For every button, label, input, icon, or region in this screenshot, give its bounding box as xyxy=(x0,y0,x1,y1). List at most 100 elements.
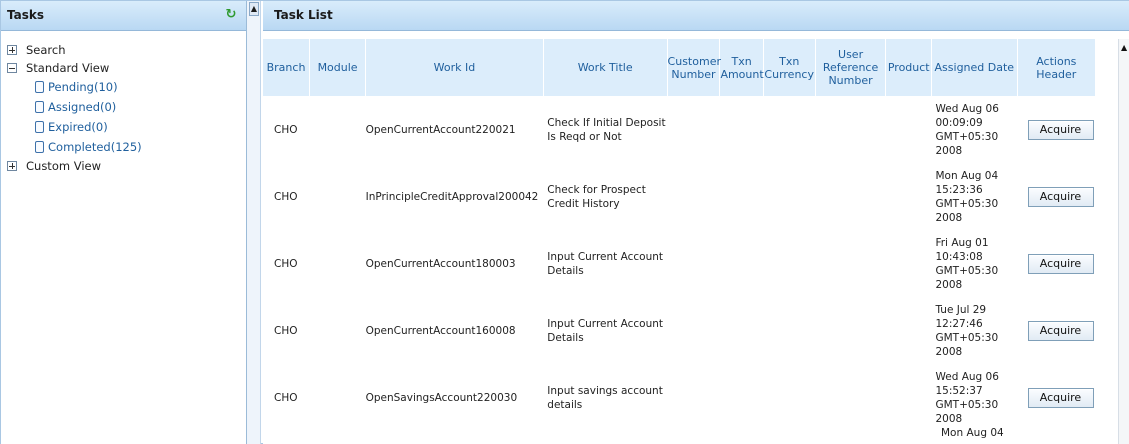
tree-item-completed[interactable]: Completed(125) xyxy=(1,137,246,157)
tree-item-label[interactable]: Pending(10) xyxy=(48,80,118,94)
tree-item-label[interactable]: Expired(0) xyxy=(48,120,108,134)
customer-number-cell xyxy=(667,163,720,230)
table-row[interactable]: CHO OpenCurrentAccount220021 Check If In… xyxy=(263,96,1096,163)
user-reference-cell xyxy=(815,163,886,230)
column-header-txn-currency[interactable]: Txn Currency xyxy=(763,39,816,96)
document-icon xyxy=(35,121,44,133)
partial-next-row-date: Mon Aug 04 xyxy=(941,427,1004,439)
assigned-date-cell: Fri Aug 01 10:43:08 GMT+05:30 2008 xyxy=(935,236,999,291)
acquire-button[interactable]: Acquire xyxy=(1027,186,1094,207)
acquire-button[interactable]: Acquire xyxy=(1027,119,1094,140)
customer-number-cell xyxy=(667,297,720,364)
branch-cell: CHO xyxy=(274,123,298,136)
txn-amount-cell xyxy=(720,364,763,431)
column-header-user-reference-number[interactable]: User Reference Number xyxy=(815,39,887,96)
column-header-branch[interactable]: Branch xyxy=(263,39,311,96)
table-header-row: Branch Module Work Id Work Title Custome… xyxy=(263,39,1097,96)
module-cell xyxy=(310,364,366,431)
txn-currency-cell xyxy=(763,364,815,431)
branch-cell: CHO xyxy=(274,391,298,404)
tree-item-label[interactable]: Assigned(0) xyxy=(48,100,116,114)
customer-number-cell xyxy=(667,96,720,163)
table-row[interactable]: CHO OpenCurrentAccount160008 Input Curre… xyxy=(263,297,1096,364)
work-id-cell: OpenSavingsAccount220030 xyxy=(365,391,518,404)
tasks-panel: Tasks ↻ Search Standard View Pending(10)… xyxy=(1,1,247,444)
column-header-txn-amount[interactable]: Txn Amount xyxy=(719,39,764,96)
tree-item-standard-view[interactable]: Standard View xyxy=(1,59,246,77)
txn-currency-cell xyxy=(763,230,815,297)
actions-cell: Acquire xyxy=(1017,163,1095,230)
assigned-date-cell: Wed Aug 06 00:09:09 GMT+05:30 2008 xyxy=(935,102,999,157)
module-cell xyxy=(310,297,366,364)
task-list-header: Task List xyxy=(263,1,1129,31)
column-header-work-id[interactable]: Work Id xyxy=(365,39,544,96)
branch-cell: CHO xyxy=(274,324,298,337)
txn-currency-cell xyxy=(763,96,815,163)
column-header-customer-number[interactable]: Customer Number xyxy=(667,39,721,96)
tasks-header: Tasks ↻ xyxy=(1,1,246,31)
user-reference-cell xyxy=(815,230,886,297)
txn-amount-cell xyxy=(720,96,763,163)
user-reference-cell xyxy=(815,364,886,431)
product-cell xyxy=(886,163,931,230)
tasks-title: Tasks xyxy=(7,8,45,22)
scroll-up-icon[interactable]: ▲ xyxy=(1121,43,1127,52)
customer-number-cell xyxy=(667,364,720,431)
module-cell xyxy=(310,163,366,230)
acquire-button[interactable]: Acquire xyxy=(1027,253,1094,274)
work-title-cell: Input Current Account Details xyxy=(547,317,663,344)
column-header-assigned-date[interactable]: Assigned Date xyxy=(931,39,1018,96)
task-list-panel: Task List Branch Module Work Id Work Tit… xyxy=(263,1,1129,444)
module-cell xyxy=(310,230,366,297)
actions-cell: Acquire xyxy=(1017,364,1095,431)
task-list-title: Task List xyxy=(274,8,333,22)
actions-cell: Acquire xyxy=(1017,230,1095,297)
column-header-work-title[interactable]: Work Title xyxy=(543,39,668,96)
txn-amount-cell xyxy=(720,163,763,230)
work-title-cell: Input Current Account Details xyxy=(547,250,663,277)
collapse-icon[interactable] xyxy=(7,63,17,73)
refresh-icon[interactable]: ↻ xyxy=(223,7,239,23)
assigned-date-cell: Tue Jul 29 12:27:46 GMT+05:30 2008 xyxy=(935,303,999,358)
table-row[interactable]: CHO OpenSavingsAccount220030 Input savin… xyxy=(263,364,1096,431)
task-table-container: Branch Module Work Id Work Title Custome… xyxy=(263,39,1118,444)
panel-splitter[interactable]: ▲ xyxy=(247,1,261,444)
txn-amount-cell xyxy=(720,297,763,364)
tree-item-assigned[interactable]: Assigned(0) xyxy=(1,97,246,117)
work-title-cell: Check for Prospect Credit History xyxy=(547,183,646,210)
tree-item-expired[interactable]: Expired(0) xyxy=(1,117,246,137)
product-cell xyxy=(886,297,931,364)
column-header-product[interactable]: Product xyxy=(885,39,932,96)
branch-cell: CHO xyxy=(274,257,298,270)
txn-amount-cell xyxy=(720,230,763,297)
tree-item-label[interactable]: Search xyxy=(26,43,66,57)
task-table: Branch Module Work Id Work Title Custome… xyxy=(263,39,1097,431)
tree-item-label[interactable]: Custom View xyxy=(26,159,101,173)
table-row[interactable]: CHO InPrincipleCreditApproval200042 Chec… xyxy=(263,163,1096,230)
tree-item-search[interactable]: Search xyxy=(1,41,246,59)
expand-icon[interactable] xyxy=(7,45,17,55)
branch-cell: CHO xyxy=(274,190,298,203)
module-cell xyxy=(310,96,366,163)
table-row[interactable]: CHO OpenCurrentAccount180003 Input Curre… xyxy=(263,230,1096,297)
scroll-up-icon[interactable]: ▲ xyxy=(249,2,259,16)
product-cell xyxy=(886,230,931,297)
work-id-cell: InPrincipleCreditApproval200042 xyxy=(365,190,539,203)
work-id-cell: OpenCurrentAccount220021 xyxy=(365,123,516,136)
tree-item-label[interactable]: Standard View xyxy=(26,61,109,75)
column-header-module[interactable]: Module xyxy=(309,39,367,96)
tree-item-pending[interactable]: Pending(10) xyxy=(1,77,246,97)
work-title-cell: Input savings account details xyxy=(547,384,663,411)
work-id-cell: OpenCurrentAccount160008 xyxy=(365,324,516,337)
assigned-date-cell: Mon Aug 04 15:23:36 GMT+05:30 2008 xyxy=(935,169,999,224)
document-icon xyxy=(35,81,44,93)
task-list-scrollbar[interactable]: ▲ xyxy=(1118,39,1129,444)
acquire-button[interactable]: Acquire xyxy=(1027,387,1094,408)
expand-icon[interactable] xyxy=(7,161,17,171)
product-cell xyxy=(886,96,931,163)
acquire-button[interactable]: Acquire xyxy=(1027,320,1094,341)
work-id-cell: OpenCurrentAccount180003 xyxy=(365,257,516,270)
tree-item-custom-view[interactable]: Custom View xyxy=(1,157,246,175)
tree-item-label[interactable]: Completed(125) xyxy=(48,140,142,154)
txn-currency-cell xyxy=(763,163,815,230)
